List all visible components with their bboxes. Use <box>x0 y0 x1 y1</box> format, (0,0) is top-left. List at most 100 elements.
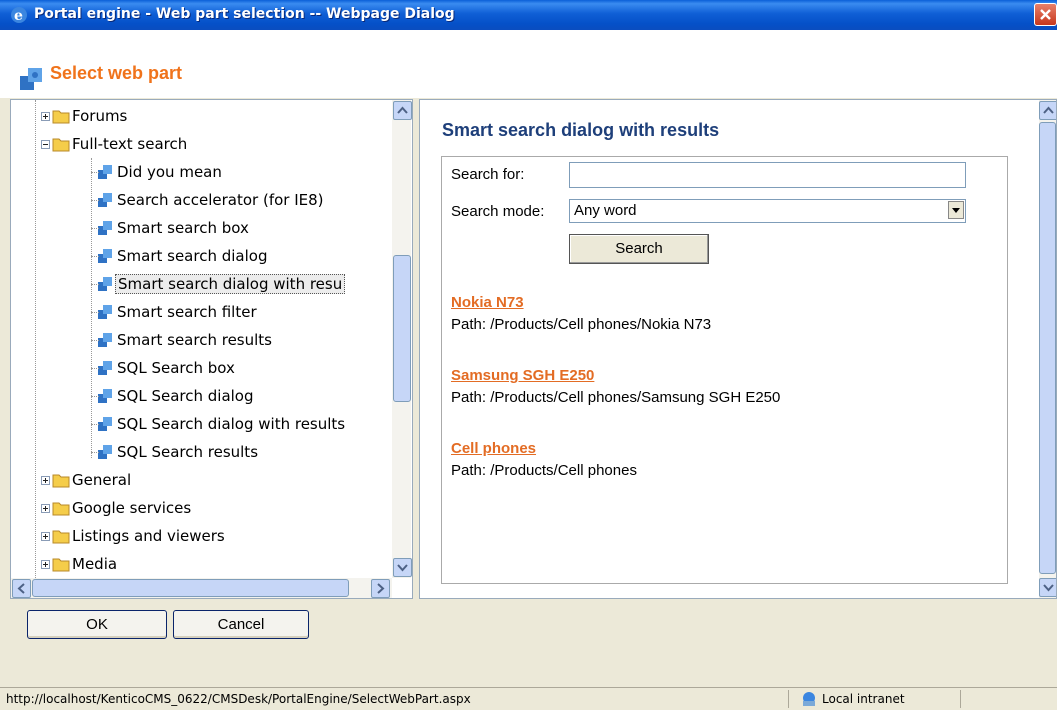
status-zone: Local intranet <box>822 692 905 706</box>
webpart-icon <box>98 305 112 319</box>
folder-icon <box>52 138 70 152</box>
tree-item-label: Did you mean <box>117 163 222 181</box>
webpart-icon <box>98 249 112 263</box>
scroll-down-button[interactable] <box>1039 578 1056 597</box>
tree-webpart[interactable]: SQL Search dialog with results <box>97 412 347 436</box>
tree-item-label: Search accelerator (for IE8) <box>117 191 324 209</box>
ie-icon: e <box>11 7 27 24</box>
tree-webpart[interactable]: Smart search box <box>97 216 251 240</box>
tree-webpart[interactable]: Smart search dialog <box>97 244 269 268</box>
tree-line <box>91 284 99 285</box>
tree-line <box>91 340 99 341</box>
webpart-icon <box>20 68 42 90</box>
tree-item-label: Listings and viewers <box>72 527 225 545</box>
tree-folder[interactable]: General <box>41 468 133 492</box>
tree-webpart[interactable]: Smart search dialog with resu <box>97 272 346 296</box>
tree-folder[interactable]: Listings and viewers <box>41 524 227 548</box>
search-button[interactable]: Search <box>569 234 709 264</box>
tree-horizontal-scrollbar[interactable] <box>11 578 392 598</box>
title-bar: e Portal engine - Web part selection -- … <box>0 0 1057 30</box>
webpart-icon <box>98 361 112 375</box>
close-icon <box>1040 9 1051 20</box>
search-mode-select[interactable]: Any word <box>569 199 966 223</box>
tree-item-label: Forums <box>72 107 128 125</box>
preview-vertical-scrollbar[interactable] <box>1039 100 1056 598</box>
tree-folder[interactable]: Media <box>41 552 119 576</box>
tree-line <box>91 200 99 201</box>
search-dialog-preview: Search for: Search mode: Any word Search… <box>441 156 1008 584</box>
tree-item-label: SQL Search dialog <box>117 387 254 405</box>
tree-item-label: Smart search filter <box>117 303 257 321</box>
tree-webpart[interactable]: Smart search filter <box>97 300 259 324</box>
status-separator <box>960 690 961 708</box>
scroll-thumb[interactable] <box>393 255 411 402</box>
tree-folder[interactable]: Google services <box>41 496 193 520</box>
expander-icon[interactable] <box>41 111 50 121</box>
scroll-left-button[interactable] <box>12 579 31 598</box>
search-input[interactable] <box>569 162 966 188</box>
tree-webpart[interactable]: SQL Search box <box>97 356 237 380</box>
tree-webpart[interactable]: Did you mean <box>97 160 224 184</box>
search-mode-label: Search mode: <box>451 203 545 220</box>
expander-icon[interactable] <box>41 503 50 513</box>
search-mode-value: Any word <box>574 202 637 219</box>
expander-icon[interactable] <box>41 139 50 149</box>
tree-item-label: Google services <box>72 499 192 517</box>
webpart-icon <box>98 165 112 179</box>
result-link[interactable]: Nokia N73 <box>451 294 524 311</box>
svg-text:e: e <box>14 8 23 24</box>
scroll-up-button[interactable] <box>1039 101 1056 120</box>
tree-line <box>91 396 99 397</box>
chevron-right-icon <box>377 583 385 594</box>
tree-webpart[interactable]: SQL Search dialog <box>97 384 256 408</box>
result-link[interactable]: Cell phones <box>451 440 536 457</box>
tree-folder[interactable]: Full-text search <box>41 132 189 156</box>
expander-icon[interactable] <box>41 531 50 541</box>
tree-webpart[interactable]: SQL Search results <box>97 440 260 464</box>
chevron-left-icon <box>17 583 25 594</box>
chevron-up-icon <box>1043 106 1054 114</box>
scroll-right-button[interactable] <box>371 579 390 598</box>
scroll-thumb-horizontal[interactable] <box>32 579 349 597</box>
webpart-tree: Forums Full-text search Did you mean Search… <box>11 100 391 578</box>
ok-button[interactable]: OK <box>27 610 167 639</box>
webpart-tree-panel: Forums Full-text search Did you mean Search… <box>10 99 413 599</box>
scroll-thumb[interactable] <box>1039 122 1056 574</box>
tree-line <box>91 452 99 453</box>
tree-folder[interactable]: Forums <box>41 104 129 128</box>
tree-line <box>91 256 99 257</box>
close-button[interactable] <box>1034 3 1057 26</box>
folder-icon <box>52 502 70 516</box>
tree-line <box>91 312 99 313</box>
tree-item-label: Smart search box <box>117 219 249 237</box>
webpart-icon <box>98 221 112 235</box>
webpart-preview-panel: Smart search dialog with results Search … <box>419 99 1057 599</box>
tree-item-label: Smart search dialog <box>117 247 268 265</box>
tree-webpart[interactable]: Smart search results <box>97 328 274 352</box>
cancel-button[interactable]: Cancel <box>173 610 309 639</box>
tree-item-label: SQL Search box <box>117 359 235 377</box>
page-title: Select web part <box>50 63 183 83</box>
preview-title: Smart search dialog with results <box>442 120 720 140</box>
tree-item-label: Smart search dialog with resu <box>115 274 346 294</box>
expander-icon[interactable] <box>41 559 50 569</box>
webpart-icon <box>98 193 112 207</box>
webpart-icon <box>98 333 112 347</box>
status-bar: http://localhost/KenticoCMS_0622/CMSDesk… <box>0 687 1057 710</box>
webpart-icon <box>98 417 112 431</box>
tree-line <box>91 368 99 369</box>
tree-item-label: Full-text search <box>72 135 188 153</box>
tree-webpart[interactable]: Search accelerator (for IE8) <box>97 188 326 212</box>
folder-icon <box>52 474 70 488</box>
status-separator <box>788 690 789 708</box>
result-link[interactable]: Samsung SGH E250 <box>451 367 594 384</box>
search-for-label: Search for: <box>451 166 525 183</box>
status-url: http://localhost/KenticoCMS_0622/CMSDesk… <box>6 692 471 706</box>
tree-line <box>35 100 36 578</box>
webpart-icon <box>98 277 112 291</box>
tree-vertical-scrollbar[interactable] <box>392 100 412 578</box>
expander-icon[interactable] <box>41 475 50 485</box>
folder-icon <box>52 530 70 544</box>
scroll-down-button[interactable] <box>393 558 412 577</box>
scroll-up-button[interactable] <box>393 101 412 120</box>
